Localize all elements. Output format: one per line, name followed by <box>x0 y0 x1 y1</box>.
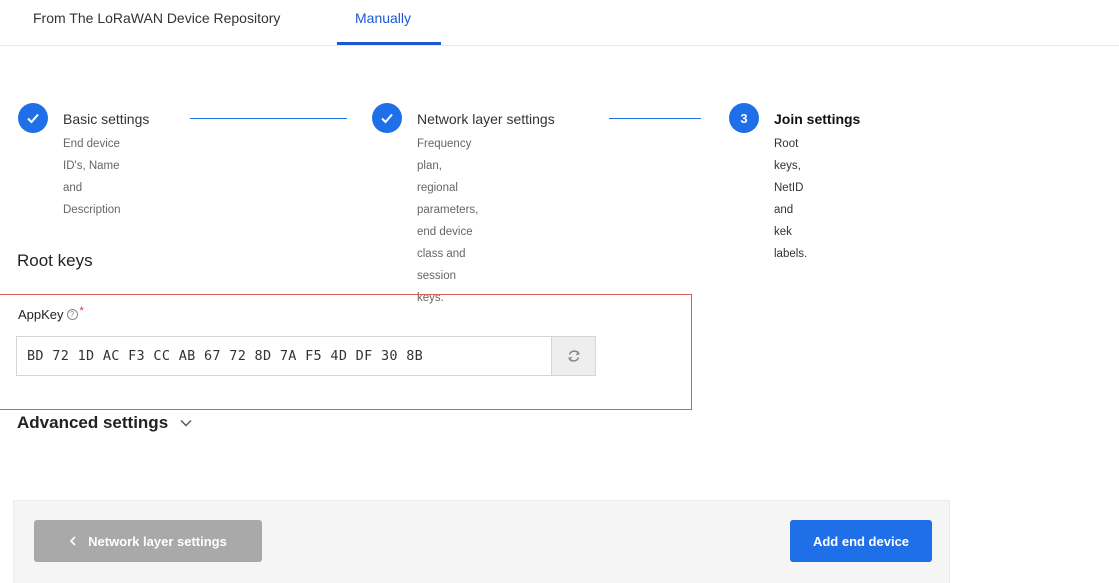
step-description: Frequency plan, regional parameters, end… <box>417 138 479 304</box>
step-title: Join settings <box>774 111 861 127</box>
required-asterisk: * <box>79 304 84 317</box>
active-tab-indicator <box>337 42 441 45</box>
root-keys-heading: Root keys <box>17 251 93 270</box>
advanced-settings-label: Advanced settings <box>17 413 169 432</box>
appkey-label: AppKey ? * <box>18 304 84 323</box>
help-icon[interactable]: ? <box>66 309 78 320</box>
step-connector <box>190 118 347 119</box>
chevron-down-icon <box>180 416 192 430</box>
step-connector <box>609 118 701 119</box>
chevron-left-icon <box>69 534 76 549</box>
step-title: Network layer settings <box>417 111 555 127</box>
step-number: 3 <box>729 103 759 133</box>
step-title: Basic settings <box>63 111 150 127</box>
checkmark-icon <box>18 103 48 133</box>
back-button-label: Network layer settings <box>88 533 227 549</box>
back-button[interactable]: Network layer settings <box>34 520 262 562</box>
advanced-settings-toggle[interactable]: Advanced settings <box>17 413 192 433</box>
refresh-icon <box>567 350 580 362</box>
step-description: Root keys, NetID and kek labels. <box>774 138 808 260</box>
checkmark-icon <box>372 103 402 133</box>
tab-bar: From The LoRaWAN Device Repository Manua… <box>0 0 1119 46</box>
step-description: End device ID's, Name and Description <box>63 138 121 216</box>
regenerate-key-button[interactable] <box>551 336 596 376</box>
appkey-input[interactable]: BD 72 1D AC F3 CC AB 67 72 8D 7A F5 4D D… <box>16 336 551 376</box>
tab-device-repository[interactable]: From The LoRaWAN Device Repository <box>33 10 280 26</box>
tab-manually[interactable]: Manually <box>355 10 411 26</box>
add-end-device-button[interactable]: Add end device <box>790 520 932 562</box>
